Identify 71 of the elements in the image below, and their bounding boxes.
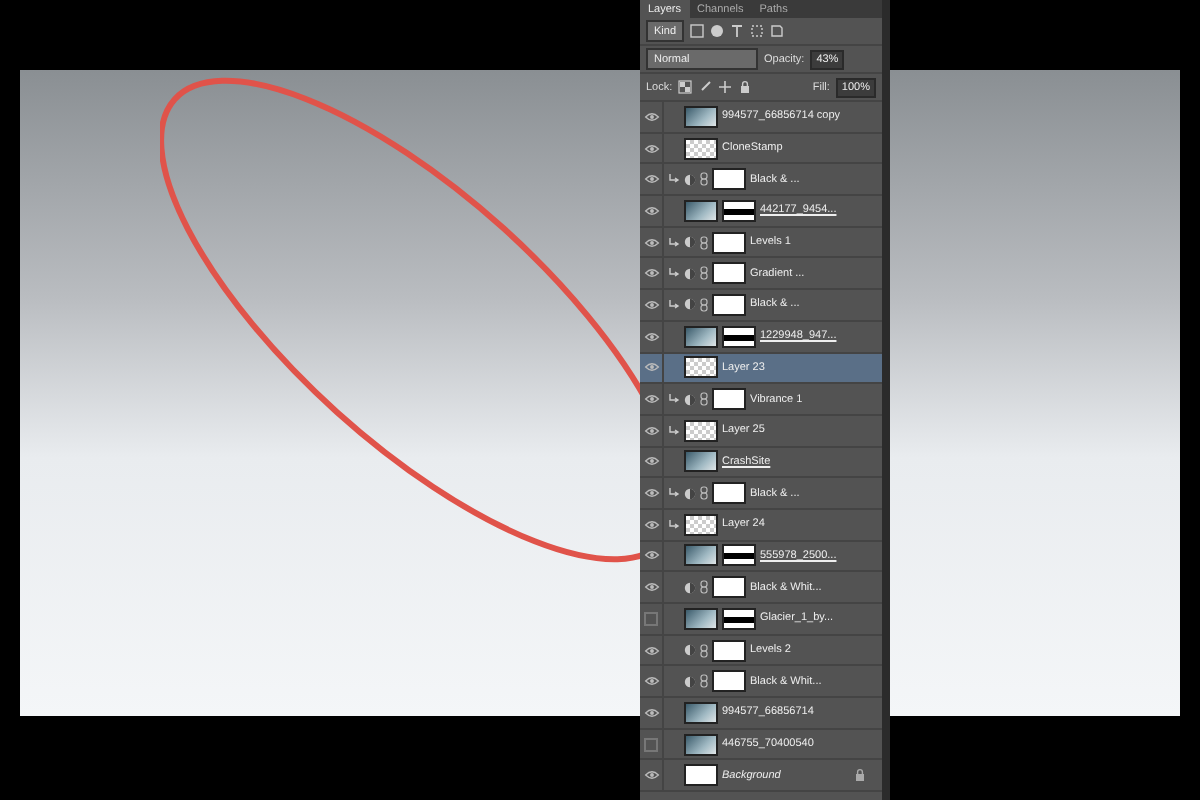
mask-thumbnail	[712, 262, 746, 285]
visibility-toggle[interactable]	[644, 611, 658, 626]
type-filter-icon[interactable]	[730, 24, 745, 38]
mask-thumbnail	[712, 639, 746, 662]
eye-icon[interactable]	[643, 643, 659, 658]
adjustment-icon	[684, 173, 696, 186]
eye-icon[interactable]	[643, 235, 659, 250]
eye-icon[interactable]	[643, 517, 659, 532]
chain-icon	[700, 643, 708, 658]
layer-thumbnail	[684, 199, 718, 222]
shape-filter-icon[interactable]	[750, 24, 765, 38]
image-filter-icon[interactable]	[690, 24, 705, 38]
eye-icon[interactable]	[643, 674, 659, 689]
eye-icon[interactable]	[643, 454, 659, 469]
eye-icon[interactable]	[643, 392, 659, 407]
adjustment-icon	[684, 298, 696, 311]
eye-icon[interactable]	[643, 266, 659, 281]
visibility-toggle[interactable]	[644, 737, 658, 752]
layer-thumbnail	[684, 325, 718, 348]
mask-thumbnail	[712, 388, 746, 411]
layer-thumbnail	[684, 544, 718, 567]
chain-icon	[700, 235, 708, 250]
layer-thumbnail	[684, 607, 718, 630]
layer-thumbnail	[684, 419, 718, 442]
adjustment-icon	[684, 267, 696, 280]
layer-thumbnail	[684, 733, 718, 756]
smart-object-filter-icon[interactable]	[770, 24, 785, 38]
chain-icon	[700, 674, 708, 689]
layer-thumbnail	[684, 356, 718, 379]
chain-icon	[700, 266, 708, 281]
eye-icon[interactable]	[643, 297, 659, 312]
layer-thumbnail	[684, 105, 718, 128]
adjustment-icon	[684, 675, 696, 688]
move-icon[interactable]	[718, 80, 733, 94]
eye-icon[interactable]	[643, 768, 659, 783]
chain-icon	[700, 297, 708, 312]
adjustment-icon	[684, 644, 696, 657]
lock-transparency-icon[interactable]	[678, 80, 693, 94]
layer-thumbnail	[684, 513, 718, 536]
chain-icon	[700, 172, 708, 187]
eye-icon[interactable]	[643, 360, 659, 375]
chain-icon	[700, 392, 708, 407]
eye-icon[interactable]	[643, 423, 659, 438]
adjustment-icon	[684, 581, 696, 594]
eye-icon[interactable]	[643, 705, 659, 720]
adjustment-icon	[684, 393, 696, 406]
mask-thumbnail	[712, 482, 746, 505]
chain-icon	[700, 486, 708, 501]
layer-thumbnail	[684, 137, 718, 160]
eye-icon[interactable]	[643, 329, 659, 344]
eye-icon[interactable]	[643, 172, 659, 187]
brush-icon[interactable]	[698, 80, 713, 94]
mask-thumbnail	[712, 670, 746, 693]
eye-icon[interactable]	[643, 141, 659, 156]
chain-icon	[700, 580, 708, 595]
eye-icon[interactable]	[643, 548, 659, 563]
layer-thumbnail	[684, 764, 718, 787]
layer-thumbnail	[684, 701, 718, 724]
mask-thumbnail	[712, 231, 746, 254]
mask-thumbnail	[712, 168, 746, 191]
layer-thumbnail	[684, 450, 718, 473]
adjustment-icon	[684, 236, 696, 249]
adjustment-icon	[684, 487, 696, 500]
mask-thumbnail	[712, 293, 746, 316]
eye-icon[interactable]	[643, 109, 659, 124]
eye-icon[interactable]	[643, 486, 659, 501]
lock-icon[interactable]	[738, 80, 753, 94]
eye-icon[interactable]	[643, 580, 659, 595]
adjustment-filter-icon[interactable]	[710, 24, 725, 38]
mask-thumbnail	[712, 576, 746, 599]
eye-icon[interactable]	[643, 203, 659, 218]
